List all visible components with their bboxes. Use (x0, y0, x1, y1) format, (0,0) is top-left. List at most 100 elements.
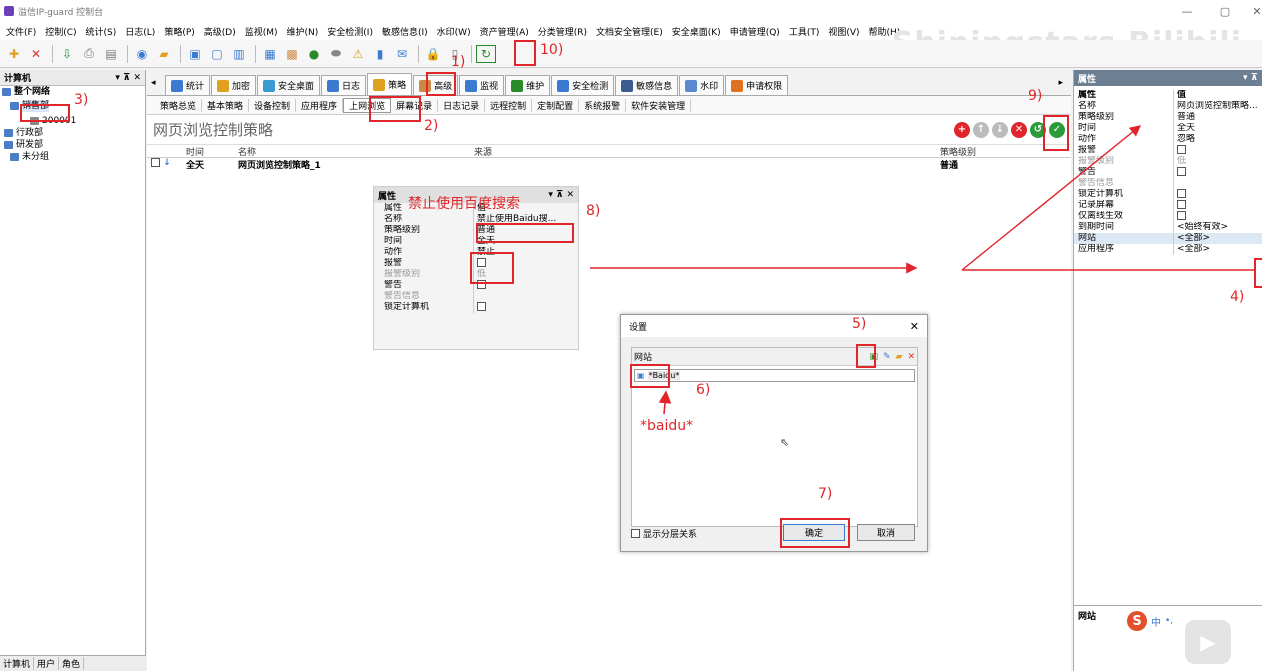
subtab-log-record[interactable]: 日志记录 (438, 98, 486, 112)
delete-icon[interactable]: ✕ (26, 45, 46, 63)
menu-monitor[interactable]: 监视(M) (245, 25, 278, 38)
col-source[interactable]: 来源 (471, 145, 937, 157)
property-row-expiry[interactable]: 到期时间 <始终有效> (1074, 222, 1262, 233)
warning-checkbox[interactable] (477, 280, 486, 289)
property-row-name[interactable]: 名称 网页浏览控制策略... (1074, 101, 1262, 112)
add-icon[interactable]: + (954, 121, 970, 138)
menu-sensitive-info[interactable]: 敏感信息(I) (382, 25, 428, 38)
menu-log[interactable]: 日志(L) (125, 25, 155, 38)
lock-checkbox[interactable] (477, 302, 486, 311)
menu-classify[interactable]: 分类管理(R) (538, 25, 587, 38)
property-row-level[interactable]: 策略级别 普通 (374, 225, 578, 236)
tab-encryption[interactable]: 加密 (211, 75, 257, 95)
minimize-button[interactable]: — (1168, 0, 1206, 22)
subtab-device[interactable]: 设备控制 (249, 98, 297, 112)
tab-policy[interactable]: 策略 (367, 73, 413, 95)
subtab-remote-control[interactable]: 远程控制 (485, 98, 533, 112)
report-icon[interactable]: ▩ (282, 45, 302, 63)
print-icon[interactable]: ⎙ (79, 45, 99, 63)
menu-tools[interactable]: 工具(T) (789, 25, 820, 38)
tab-computer[interactable]: 计算机 (0, 657, 35, 670)
property-row-action[interactable]: 动作 忽略 (1074, 134, 1262, 145)
property-row-alert[interactable]: 报警 (374, 258, 578, 269)
undo-icon[interactable]: ↺ (1030, 121, 1046, 138)
property-row-alert[interactable]: 报警 (1074, 145, 1262, 156)
property-row-warning[interactable]: 警告 (1074, 167, 1262, 178)
tree-node-ungrouped[interactable]: 未分组 (0, 151, 145, 163)
list-item[interactable]: ▣ *Baidu* (634, 369, 915, 382)
import-icon[interactable]: ⇩ (57, 45, 77, 63)
property-pin-icon[interactable]: ▾ ⊼ (1243, 73, 1258, 83)
col-name[interactable]: 名称 (235, 145, 471, 157)
menu-secure-desktop[interactable]: 安全桌面(K) (672, 25, 721, 38)
menu-policy[interactable]: 策略(P) (164, 25, 194, 38)
server-icon[interactable]: ▦ (260, 45, 280, 63)
close-button[interactable]: ✕ (1238, 0, 1262, 22)
tab-secure-desktop[interactable]: 安全桌面 (257, 75, 321, 95)
warning-checkbox[interactable] (1177, 167, 1186, 176)
tree-node-sales[interactable]: 销售部 (0, 100, 145, 112)
tree-node-rd[interactable]: 研发部 (0, 139, 145, 151)
tab-scroll-right-icon[interactable]: ▸ (1058, 78, 1063, 88)
move-up-icon[interactable]: ↑ (973, 121, 989, 138)
tree-node-admin[interactable]: 行政部 (0, 127, 145, 139)
show-hierarchy-option[interactable]: 显示分层关系 (631, 527, 697, 540)
apply-icon[interactable]: ✓ (1049, 121, 1065, 138)
menu-view[interactable]: 视图(V) (828, 25, 859, 38)
record-screen-checkbox[interactable] (1177, 200, 1186, 209)
ime-punct-icon[interactable]: •, (1165, 616, 1173, 626)
menu-advanced[interactable]: 高级(D) (204, 25, 236, 38)
property-row-warning[interactable]: 警告 (374, 280, 578, 291)
globe-icon[interactable]: ● (304, 45, 324, 63)
tree-node-whole-network[interactable]: 整个网络 (0, 86, 145, 98)
property-row-time[interactable]: 时间 全天 (374, 236, 578, 247)
tab-user[interactable]: 用户 (34, 657, 60, 670)
new-icon[interactable]: ✚ (4, 45, 24, 63)
subtab-system-alert[interactable]: 系统报警 (579, 98, 627, 112)
screen-icon[interactable]: ▢ (207, 45, 227, 63)
property-row-record-screen[interactable]: 记录屏幕 (1074, 200, 1262, 211)
window-icon[interactable]: ▥ (229, 45, 249, 63)
subtab-custom-config[interactable]: 定制配置 (532, 98, 580, 112)
tab-advanced[interactable]: 高级 (413, 75, 459, 95)
play-icon[interactable]: ▶ (1185, 620, 1231, 664)
property-row-action[interactable]: 动作 禁止 (374, 247, 578, 258)
folder-icon[interactable]: ▰ (896, 352, 903, 362)
dialog-close-icon[interactable]: ✕ (910, 320, 919, 333)
menu-asset[interactable]: 资产管理(A) (480, 25, 529, 38)
property-row-level[interactable]: 策略级别 普通 (1074, 112, 1262, 123)
offline-checkbox[interactable] (1177, 211, 1186, 220)
tab-scroll-left-icon[interactable]: ◂ (151, 78, 165, 88)
ok-button[interactable]: 确定 (783, 524, 845, 541)
edit-entry-icon[interactable]: ✎ (883, 352, 891, 362)
remove-icon[interactable]: ✕ (1011, 121, 1027, 138)
tab-sensitive-info[interactable]: 敏感信息 (615, 75, 679, 95)
tab-request[interactable]: 申请权限 (725, 75, 789, 95)
alert-checkbox[interactable] (477, 258, 486, 267)
property-row-website[interactable]: 网站 <全部> (1074, 233, 1262, 244)
checkbox-icon[interactable] (151, 158, 160, 167)
tree-node-200001[interactable]: 200001 (0, 115, 145, 127)
tab-log[interactable]: 日志 (321, 75, 367, 95)
menu-doc-security[interactable]: 文档安全管理(E) (596, 25, 663, 38)
subtab-screen-record[interactable]: 屏幕记录 (391, 98, 439, 112)
col-level[interactable]: 策略级别 (937, 145, 1057, 157)
subtab-basic[interactable]: 基本策略 (202, 98, 250, 112)
mail-icon[interactable]: ✉ (392, 45, 412, 63)
tab-statistics[interactable]: 统计 (165, 75, 211, 95)
ime-mode[interactable]: 中 (1151, 614, 1161, 629)
show-hierarchy-checkbox[interactable] (631, 529, 640, 538)
lock-checkbox[interactable] (1177, 189, 1186, 198)
tab-security-check[interactable]: 安全检测 (551, 75, 615, 95)
move-down-icon[interactable]: ↓ (992, 121, 1008, 138)
lock-icon[interactable]: 🔒 (423, 45, 443, 63)
subtab-web-browsing[interactable]: 上网浏览 (343, 97, 392, 113)
cancel-button[interactable]: 取消 (857, 524, 915, 541)
delete-entry-icon[interactable]: ✕ (907, 352, 915, 362)
preview-icon[interactable]: ▤ (101, 45, 121, 63)
subtab-software-install[interactable]: 软件安装管理 (626, 98, 692, 112)
property-row-offline[interactable]: 仅离线生效 (1074, 211, 1262, 222)
property-row-lock[interactable]: 锁定计算机 (1074, 189, 1262, 200)
book-icon[interactable]: ▮ (370, 45, 390, 63)
menu-request[interactable]: 申请管理(Q) (730, 25, 780, 38)
